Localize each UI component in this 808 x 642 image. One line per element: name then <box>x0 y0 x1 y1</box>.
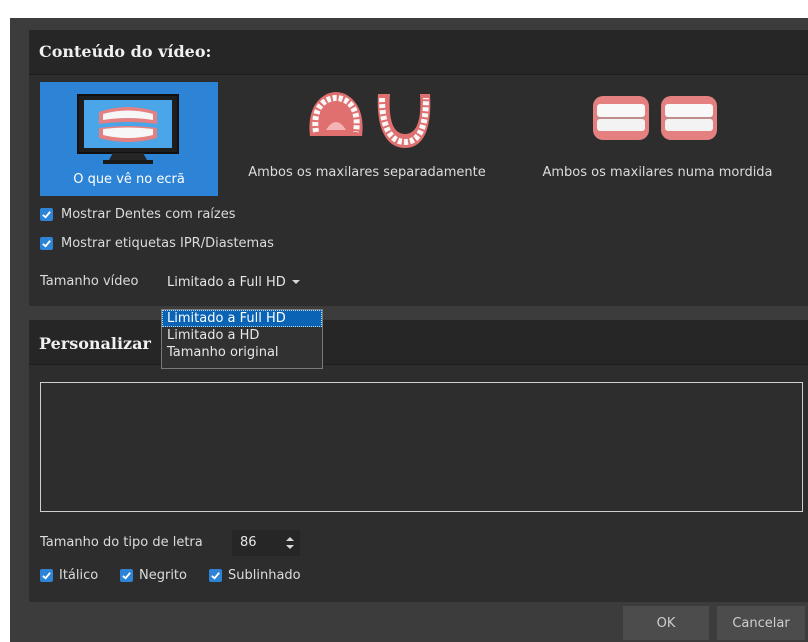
font-size-value: 86 <box>240 535 257 550</box>
chevron-down-icon <box>291 280 300 284</box>
option-screen-view-label: O que vê no ecrã <box>73 172 185 187</box>
video-size-select[interactable]: Limitado a Full HD <box>161 272 306 292</box>
cancel-button[interactable]: Cancelar <box>717 606 805 640</box>
font-size-label: Tamanho do tipo de letra <box>40 535 203 550</box>
customize-title: Personalizar <box>39 334 151 353</box>
video-content-title: Conteúdo do vídeo: <box>39 42 212 61</box>
dropdown-option-hd[interactable]: Limitado a HD <box>162 327 322 344</box>
video-content-header: Conteúdo do vídeo: <box>29 30 808 75</box>
ok-button[interactable]: OK <box>623 606 709 640</box>
underline-label: Sublinhado <box>228 567 301 583</box>
checkbox-checked-icon <box>40 568 53 582</box>
show-ipr-labels-label: Mostrar etiquetas IPR/Diastemas <box>61 235 274 251</box>
custom-text-area[interactable] <box>40 382 803 512</box>
show-ipr-labels-checkbox[interactable]: Mostrar etiquetas IPR/Diastemas <box>40 234 274 252</box>
bite-jaws-icon <box>593 96 717 140</box>
option-bite-jaws[interactable]: Ambos os maxilares numa mordida <box>514 82 801 196</box>
italic-checkbox[interactable]: Itálico <box>40 566 98 584</box>
bold-checkbox[interactable]: Negrito <box>120 566 187 584</box>
video-export-dialog: Conteúdo do vídeo: O que vê no ecrã Ambo… <box>10 18 808 642</box>
monitor-jaws-icon <box>77 94 179 164</box>
dropdown-option-full-hd[interactable]: Limitado a Full HD <box>162 310 322 327</box>
option-separate-jaws-label: Ambos os maxilares separadamente <box>248 165 486 180</box>
option-separate-jaws[interactable]: Ambos os maxilares separadamente <box>222 82 512 196</box>
checkbox-checked-icon <box>40 236 53 250</box>
dropdown-option-original[interactable]: Tamanho original <box>162 344 322 361</box>
separate-jaws-icon <box>309 92 431 148</box>
video-content-section: Conteúdo do vídeo: O que vê no ecrã Ambo… <box>29 30 808 306</box>
spinner-arrows-icon[interactable] <box>286 536 294 550</box>
checkbox-checked-icon <box>209 568 222 582</box>
bold-label: Negrito <box>139 567 187 583</box>
customize-section: Personalizar Tamanho do tipo de letra 86… <box>29 320 808 602</box>
font-size-spinbox[interactable]: 86 <box>232 530 300 556</box>
option-screen-view[interactable]: O que vê no ecrã <box>40 82 218 196</box>
customize-header: Personalizar <box>29 320 808 365</box>
show-roots-label: Mostrar Dentes com raízes <box>61 206 236 222</box>
option-bite-jaws-label: Ambos os maxilares numa mordida <box>542 165 773 180</box>
video-size-dropdown: Limitado a Full HD Limitado a HD Tamanho… <box>161 309 323 369</box>
checkbox-checked-icon <box>120 568 133 582</box>
italic-label: Itálico <box>59 567 99 583</box>
video-size-label: Tamanho vídeo <box>40 274 139 289</box>
video-size-value: Limitado a Full HD <box>167 274 286 290</box>
checkbox-checked-icon <box>40 207 53 221</box>
underline-checkbox[interactable]: Sublinhado <box>209 566 301 584</box>
show-roots-checkbox[interactable]: Mostrar Dentes com raízes <box>40 205 236 223</box>
